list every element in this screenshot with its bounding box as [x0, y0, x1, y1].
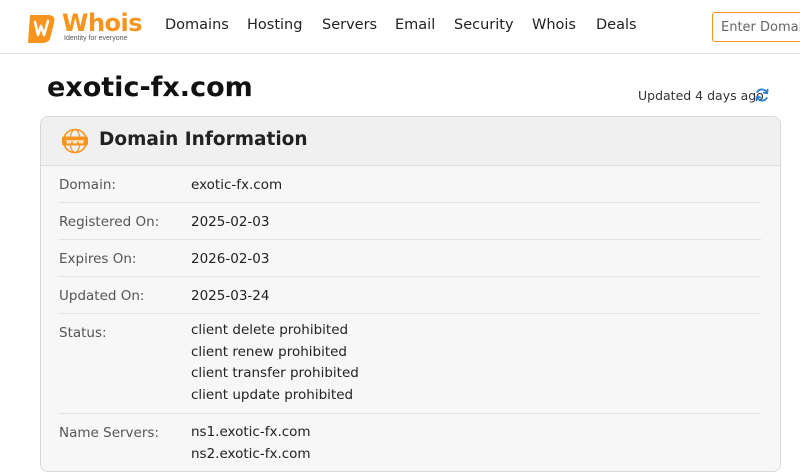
page-title: exotic-fx.com	[47, 72, 253, 103]
logo-tagline: Identity for everyone	[64, 35, 128, 42]
row-label-expires-on: Expires On:	[59, 251, 137, 267]
nav-email[interactable]: Email	[395, 17, 435, 33]
www-icon: www	[62, 128, 88, 154]
row-value-name-servers: ns1.exotic-fx.com ns2.exotic-fx.com	[191, 422, 311, 465]
row-value-registered-on: 2025-02-03	[191, 214, 270, 230]
status-item: client transfer prohibited	[191, 365, 359, 381]
name-server-item: ns1.exotic-fx.com	[191, 424, 311, 440]
row-label-domain: Domain:	[59, 177, 116, 193]
whois-logo-icon	[28, 15, 55, 43]
whois-logo[interactable]: Whois Identity for everyone	[26, 9, 143, 46]
nav-whois[interactable]: Whois	[532, 17, 576, 33]
row-label-name-servers: Name Servers:	[59, 425, 159, 441]
row-label-registered-on: Registered On:	[59, 214, 160, 230]
domain-info-card: www Domain Information Domain: exotic-fx…	[40, 116, 781, 472]
row-registered-on: Registered On: 2025-02-03	[59, 203, 761, 240]
name-server-item: ns2.exotic-fx.com	[191, 445, 311, 462]
status-item: client renew prohibited	[191, 343, 348, 360]
row-value-domain: exotic-fx.com	[191, 177, 283, 193]
row-status: Status: client delete prohibited client …	[59, 314, 761, 414]
svg-text:www: www	[66, 138, 84, 146]
card-title: Domain Information	[99, 129, 308, 150]
row-updated-on: Updated On: 2025-03-24	[59, 277, 761, 314]
status-item: client update prohibited	[191, 386, 354, 403]
row-expires-on: Expires On: 2026-02-03	[59, 240, 761, 277]
row-label-status: Status:	[59, 325, 107, 341]
nav-security[interactable]: Security	[454, 17, 514, 33]
status-item: client delete prohibited	[191, 322, 349, 338]
domain-search-input[interactable]	[712, 12, 800, 42]
row-value-status: client delete prohibited client renew pr…	[191, 320, 359, 406]
row-domain: Domain: exotic-fx.com	[59, 166, 761, 203]
logo-wordmark: Whois	[62, 9, 143, 37]
row-name-servers: Name Servers: ns1.exotic-fx.com ns2.exot…	[59, 414, 761, 471]
row-value-expires-on: 2026-02-03	[191, 251, 270, 267]
nav-domains[interactable]: Domains	[165, 17, 229, 33]
row-label-updated-on: Updated On:	[59, 288, 145, 304]
nav-hosting[interactable]: Hosting	[247, 17, 302, 33]
nav-servers[interactable]: Servers	[322, 17, 377, 33]
nav-deals[interactable]: Deals	[596, 17, 637, 33]
row-value-updated-on: 2025-03-24	[191, 288, 270, 304]
card-header: www Domain Information	[41, 117, 780, 166]
top-navbar: Whois Identity for everyone Domains Host…	[0, 0, 800, 54]
updated-timestamp: Updated 4 days ago	[638, 88, 764, 103]
refresh-icon[interactable]	[754, 87, 770, 103]
